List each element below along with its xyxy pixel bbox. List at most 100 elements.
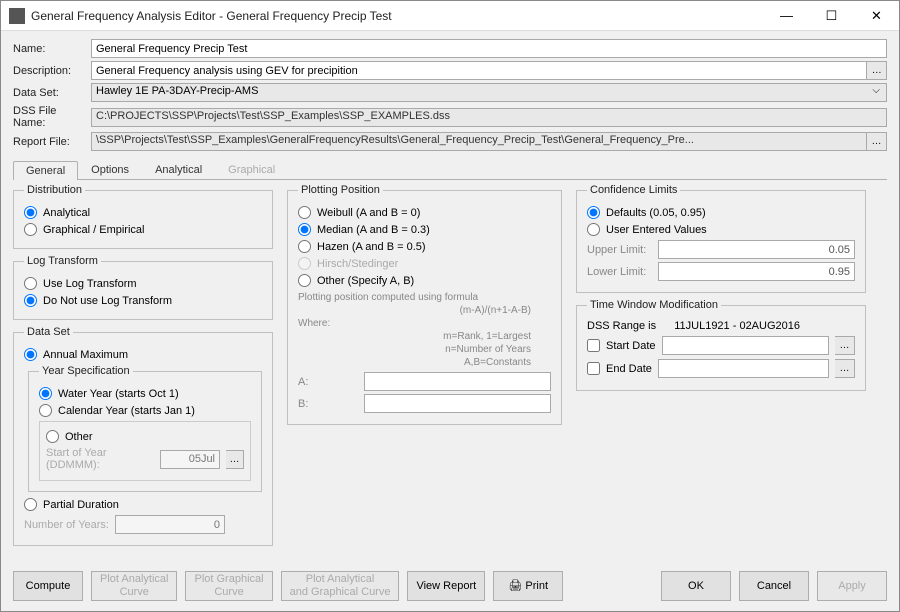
dss-file-label: DSS File Name: xyxy=(13,105,91,129)
plotting-position-legend: Plotting Position xyxy=(298,184,383,196)
titlebar: General Frequency Analysis Editor - Gene… xyxy=(1,1,899,31)
other-year-label: Other xyxy=(65,431,93,443)
print-icon: 🖨 xyxy=(508,580,522,593)
print-button[interactable]: 🖨 Print xyxy=(493,571,563,601)
pp-b-label: B: xyxy=(298,398,358,410)
start-of-year-picker-button[interactable]: … xyxy=(226,450,244,469)
cl-defaults-radio[interactable] xyxy=(587,206,600,219)
pp-median-radio[interactable] xyxy=(298,223,311,236)
dataset-label: Data Set: xyxy=(13,87,91,99)
pp-ab-desc: A,B=Constants xyxy=(298,356,551,369)
dss-range-label: DSS Range is xyxy=(587,320,656,332)
plotting-position-group: Plotting Position Weibull (A and B = 0) … xyxy=(287,184,562,425)
header-form: Name: Description: … Data Set: Hawley 1E… xyxy=(1,31,899,158)
dist-analytical-radio[interactable] xyxy=(24,206,37,219)
annual-max-label: Annual Maximum xyxy=(43,349,128,361)
log-legend: Log Transform xyxy=(24,255,101,267)
dist-graphical-label: Graphical / Empirical xyxy=(43,224,144,236)
pp-where-label: Where: xyxy=(298,317,551,330)
calendar-year-label: Calendar Year (starts Jan 1) xyxy=(58,405,195,417)
log-dont-label: Do Not use Log Transform xyxy=(43,295,172,307)
end-date-label: End Date xyxy=(606,363,652,375)
description-more-button[interactable]: … xyxy=(867,61,887,80)
calendar-year-radio[interactable] xyxy=(39,404,52,417)
plot-analytical-curve-button: Plot Analytical Curve xyxy=(91,571,177,601)
tab-options[interactable]: Options xyxy=(78,160,142,179)
partial-duration-label: Partial Duration xyxy=(43,499,119,511)
pp-formula-eq: (m-A)/(n+1-A-B) xyxy=(298,304,551,317)
partial-duration-radio[interactable] xyxy=(24,498,37,511)
ok-button[interactable]: OK xyxy=(661,571,731,601)
year-spec-legend: Year Specification xyxy=(39,365,133,377)
close-button[interactable]: ✕ xyxy=(854,1,899,30)
dss-range-value: 11JUL1921 - 02AUG2016 xyxy=(674,320,800,332)
tab-bar: General Options Analytical Graphical xyxy=(13,160,887,180)
print-label: Print xyxy=(525,580,548,593)
description-input[interactable] xyxy=(91,61,867,80)
name-label: Name: xyxy=(13,43,91,55)
water-year-radio[interactable] xyxy=(39,387,52,400)
year-spec-group: Year Specification Water Year (starts Oc… xyxy=(28,365,262,492)
bottom-button-bar: Compute Plot Analytical Curve Plot Graph… xyxy=(1,565,899,611)
log-use-label: Use Log Transform xyxy=(43,278,137,290)
pp-other-label: Other (Specify A, B) xyxy=(317,275,414,287)
dist-graphical-radio[interactable] xyxy=(24,223,37,236)
pp-hazen-label: Hazen (A and B = 0.5) xyxy=(317,241,426,253)
app-window: General Frequency Analysis Editor - Gene… xyxy=(0,0,900,612)
end-date-picker-button[interactable]: … xyxy=(835,359,855,378)
start-of-year-input xyxy=(160,450,220,469)
pp-median-label: Median (A and B = 0.3) xyxy=(317,224,430,236)
window-title: General Frequency Analysis Editor - Gene… xyxy=(31,9,764,23)
pp-m-desc: m=Rank, 1=Largest xyxy=(298,330,551,343)
time-window-group: Time Window Modification DSS Range is 11… xyxy=(576,299,866,391)
start-of-year-label: Start of Year (DDMMM): xyxy=(46,447,154,471)
log-use-radio[interactable] xyxy=(24,277,37,290)
report-file-label: Report File: xyxy=(13,136,91,148)
pp-other-radio[interactable] xyxy=(298,274,311,287)
app-icon xyxy=(9,8,25,24)
end-date-checkbox[interactable] xyxy=(587,362,600,375)
dataset-legend: Data Set xyxy=(24,326,73,338)
pp-a-label: A: xyxy=(298,376,358,388)
view-report-button[interactable]: View Report xyxy=(407,571,485,601)
report-file-browse-button[interactable]: … xyxy=(867,132,887,151)
distribution-legend: Distribution xyxy=(24,184,85,196)
tab-general[interactable]: General xyxy=(13,161,78,180)
cl-lower-label: Lower Limit: xyxy=(587,266,652,278)
pp-hazen-radio[interactable] xyxy=(298,240,311,253)
cl-lower-input xyxy=(658,262,855,281)
tab-general-panel: Distribution Analytical Graphical / Empi… xyxy=(1,180,899,565)
cl-upper-input xyxy=(658,240,855,259)
maximize-button[interactable]: ☐ xyxy=(809,1,854,30)
confidence-limits-group: Confidence Limits Defaults (0.05, 0.95) … xyxy=(576,184,866,293)
water-year-label: Water Year (starts Oct 1) xyxy=(58,388,179,400)
dataset-select[interactable]: Hawley 1E PA-3DAY-Precip-AMS xyxy=(91,83,887,102)
other-year-radio[interactable] xyxy=(46,430,59,443)
pp-n-desc: n=Number of Years xyxy=(298,343,551,356)
confidence-limits-legend: Confidence Limits xyxy=(587,184,680,196)
log-transform-group: Log Transform Use Log Transform Do Not u… xyxy=(13,255,273,320)
pp-weibull-radio[interactable] xyxy=(298,206,311,219)
pp-hirsch-label: Hirsch/Stedinger xyxy=(317,258,398,270)
log-dont-radio[interactable] xyxy=(24,294,37,307)
cancel-button[interactable]: Cancel xyxy=(739,571,809,601)
cl-user-radio[interactable] xyxy=(587,223,600,236)
annual-max-radio[interactable] xyxy=(24,348,37,361)
dataset-group: Data Set Annual Maximum Year Specificati… xyxy=(13,326,273,546)
start-date-picker-button[interactable]: … xyxy=(835,336,855,355)
report-file-path: \SSP\Projects\Test\SSP_Examples\GeneralF… xyxy=(91,132,867,151)
start-date-checkbox[interactable] xyxy=(587,339,600,352)
pp-formula-text: Plotting position computed using formula xyxy=(298,291,551,304)
cl-user-label: User Entered Values xyxy=(606,224,707,236)
end-date-input xyxy=(658,359,829,378)
tab-analytical[interactable]: Analytical xyxy=(142,160,215,179)
name-input[interactable] xyxy=(91,39,887,58)
minimize-button[interactable]: — xyxy=(764,1,809,30)
compute-button[interactable]: Compute xyxy=(13,571,83,601)
cl-upper-label: Upper Limit: xyxy=(587,244,652,256)
pp-a-input xyxy=(364,372,551,391)
plot-both-curves-button: Plot Analytical and Graphical Curve xyxy=(281,571,400,601)
cl-defaults-label: Defaults (0.05, 0.95) xyxy=(606,207,706,219)
pp-hirsch-radio xyxy=(298,257,311,270)
description-label: Description: xyxy=(13,65,91,77)
